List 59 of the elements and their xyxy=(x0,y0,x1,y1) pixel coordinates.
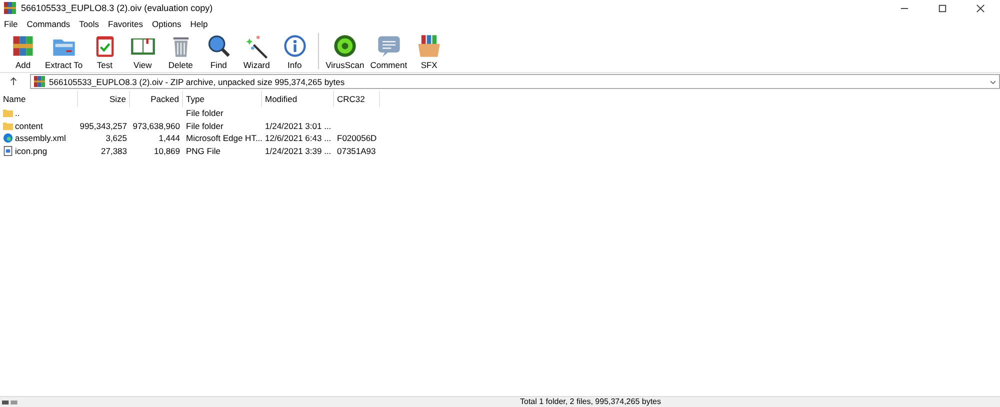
table-cell: 1/24/2021 3:39 ... xyxy=(265,146,332,156)
column-header[interactable]: Size xyxy=(78,91,130,107)
table-cell: 3,625 xyxy=(106,133,127,144)
browser-icon xyxy=(3,133,13,144)
wand-icon xyxy=(244,33,270,59)
toolbar-button[interactable]: Delete xyxy=(162,31,200,70)
table-cell: F020056D xyxy=(337,133,377,144)
app-icon xyxy=(4,2,16,14)
status-text: Total 1 folder, 2 files, 995,374,265 bytes xyxy=(520,397,661,407)
address-field[interactable]: 566105533_EUPLO8.3 (2).oiv - ZIP archive, unpacked size 995,374,265 bytes xyxy=(30,74,1000,89)
up-arrow-icon[interactable] xyxy=(9,77,18,86)
table-cell: PNG File xyxy=(186,146,220,156)
table-cell: File folder xyxy=(186,108,224,118)
table-cell: Microsoft Edge HT... xyxy=(186,133,263,144)
column-header[interactable]: Packed xyxy=(130,91,183,107)
toolbar-button[interactable]: Extract To xyxy=(42,31,86,70)
toolbar-button[interactable]: Info xyxy=(276,31,314,70)
info-icon xyxy=(282,33,308,59)
table-cell: 1/24/2021 3:01 ... xyxy=(265,120,332,131)
table-cell: 1,444 xyxy=(158,133,180,144)
table-cell: File folder xyxy=(186,120,224,131)
table-cell: 995,343,257 xyxy=(80,120,127,131)
menu-item[interactable]: Commands xyxy=(26,18,70,28)
image-file-icon xyxy=(3,146,13,156)
toolbar-button[interactable]: SFX xyxy=(410,31,448,70)
toolbar-button[interactable]: Add xyxy=(4,31,42,70)
drive-icon xyxy=(2,399,18,406)
file-name[interactable]: assembly.xml xyxy=(15,133,66,144)
close-icon[interactable] xyxy=(976,4,985,12)
file-name[interactable]: .. xyxy=(15,108,20,118)
toolbar-button[interactable]: Find xyxy=(200,31,238,70)
menu-item[interactable]: Favorites xyxy=(108,18,143,28)
table-cell: 973,638,960 xyxy=(132,120,180,131)
menu-item[interactable]: File xyxy=(4,18,18,28)
table-cell: 10,869 xyxy=(154,146,180,156)
file-name[interactable]: content xyxy=(15,120,43,131)
maximize-icon[interactable] xyxy=(938,4,947,12)
column-header[interactable]: Modified xyxy=(262,91,334,107)
magnifier-icon xyxy=(206,33,232,59)
column-header[interactable]: CRC32 xyxy=(334,91,380,107)
window-title: 566105533_EUPLO8.3 (2).oiv (evaluation copy) xyxy=(21,3,213,13)
file-name[interactable]: icon.png xyxy=(15,146,48,156)
toolbar-button[interactable]: Test xyxy=(86,31,124,70)
toolbar-button[interactable]: Wizard xyxy=(238,31,276,70)
toolbar-button[interactable]: Comment xyxy=(367,31,410,70)
menu-item[interactable]: Options xyxy=(152,18,182,28)
column-header[interactable]: Name xyxy=(0,91,78,107)
table-cell: 27,383 xyxy=(101,146,127,156)
column-header[interactable]: Type xyxy=(183,91,262,107)
table-cell: 12/6/2021 6:43 ... xyxy=(265,133,332,144)
toolbar-button[interactable]: View xyxy=(124,31,162,70)
folder-icon xyxy=(3,120,13,131)
menu-item[interactable]: Tools xyxy=(79,18,100,28)
table-cell: 07351A93 xyxy=(337,146,376,156)
toolbar-button[interactable]: VirusScan xyxy=(322,31,368,70)
box-icon xyxy=(416,33,442,59)
menu-item[interactable]: Help xyxy=(190,18,208,28)
archive-icon xyxy=(34,76,45,87)
folder-icon xyxy=(3,108,13,118)
